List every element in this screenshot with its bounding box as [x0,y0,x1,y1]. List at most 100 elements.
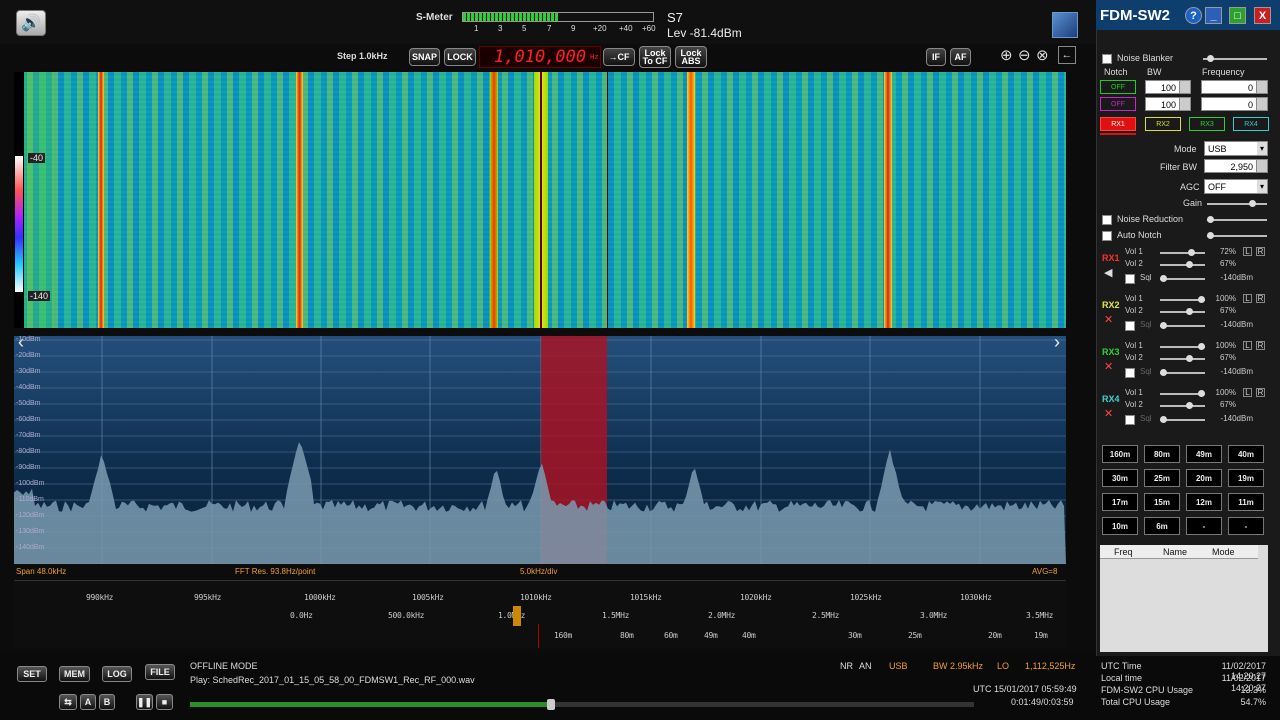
vol2-knob[interactable] [1186,308,1193,315]
noise-blanker-slider[interactable] [1203,55,1267,62]
a-button[interactable]: A [80,694,96,710]
sql-checkbox[interactable] [1125,368,1135,378]
log-button[interactable]: LOG [102,666,132,682]
notch2-toggle[interactable]: OFF [1100,97,1136,111]
b-button[interactable]: B [99,694,115,710]
help-icon[interactable]: ? [1185,7,1202,24]
vol1-knob[interactable] [1188,249,1195,256]
lock-abs-button[interactable]: Lock ABS [675,46,707,68]
band-button[interactable]: 11m [1228,493,1264,511]
band-button[interactable]: 15m [1144,493,1180,511]
step-label[interactable]: Step 1.0kHz [337,51,388,61]
band-button[interactable]: 19m [1228,469,1264,487]
settings-icon[interactable] [1052,12,1078,38]
sql-knob[interactable] [1160,275,1167,282]
scroll-right-icon[interactable]: › [1050,332,1064,354]
auto-notch-checkbox[interactable] [1102,231,1112,241]
right-channel-button[interactable]: R [1256,341,1265,350]
vol2-knob[interactable] [1186,402,1193,409]
playback-progress[interactable] [190,699,974,710]
band-button[interactable]: 25m [1144,469,1180,487]
af-button[interactable]: AF [950,48,971,66]
snap-button[interactable]: SNAP [409,48,440,66]
mute-icon[interactable]: ✕ [1104,407,1113,420]
left-channel-button[interactable]: L [1243,294,1252,303]
frequency-scales[interactable]: 990kHz 995kHz 1000kHz 1005kHz 1010kHz 1015kHz… [14,580,1066,648]
if-button[interactable]: IF [926,48,946,66]
band-button[interactable]: - [1186,517,1222,535]
left-channel-button[interactable]: L [1243,341,1252,350]
sql-knob[interactable] [1160,322,1167,329]
lock-button[interactable]: LOCK [444,48,476,66]
agc-select[interactable]: OFF [1204,179,1268,194]
mem-button[interactable]: MEM [59,666,90,682]
maximize-icon[interactable]: □ [1229,7,1246,24]
sql-slider[interactable] [1160,369,1205,376]
file-button[interactable]: FILE [145,664,175,680]
close-icon[interactable]: X [1254,7,1271,24]
mem-col-freq[interactable]: Freq [1114,547,1133,557]
band-button[interactable]: 10m [1102,517,1138,535]
auto-notch-slider[interactable] [1207,232,1267,239]
noise-reduction-checkbox[interactable] [1102,215,1112,225]
sql-checkbox[interactable] [1125,415,1135,425]
notch1-freq[interactable]: 0 [1201,80,1268,94]
notch2-freq[interactable]: 0 [1201,97,1268,111]
band-button[interactable]: 80m [1144,445,1180,463]
vol2-knob[interactable] [1186,355,1193,362]
band-button[interactable]: 20m [1186,469,1222,487]
mem-col-name[interactable]: Name [1163,547,1187,557]
filter-bw-input[interactable]: 2,950 [1204,159,1268,173]
noise-reduction-slider[interactable] [1207,216,1267,223]
set-button[interactable]: SET [17,666,47,682]
mute-icon[interactable]: ◀ [1104,266,1112,279]
mute-icon[interactable]: ✕ [1104,313,1113,326]
speaker-icon[interactable]: 🔊 [16,10,46,36]
band-button[interactable]: 6m [1144,517,1180,535]
right-channel-button[interactable]: R [1256,247,1265,256]
notch1-bw[interactable]: 100 [1145,80,1191,94]
memory-list[interactable] [1100,545,1268,652]
pause-icon[interactable]: ❚❚ [136,694,153,710]
sql-slider[interactable] [1160,416,1205,423]
notch2-bw[interactable]: 100 [1145,97,1191,111]
left-channel-button[interactable]: L [1243,388,1252,397]
band-button[interactable]: 40m [1228,445,1264,463]
tab-rx4[interactable]: RX4 [1233,117,1269,131]
vol2-knob[interactable] [1186,261,1193,268]
band-button[interactable]: 49m [1186,445,1222,463]
notch1-toggle[interactable]: OFF [1100,80,1136,94]
frequency-display[interactable]: 1,010,000 Hz [479,46,601,68]
loop-icon[interactable]: ⇆ [59,694,77,710]
playback-progress-knob[interactable] [546,699,555,710]
right-channel-button[interactable]: R [1256,294,1265,303]
tab-rx2[interactable]: RX2 [1145,117,1181,131]
band-button[interactable]: 160m [1102,445,1138,463]
sql-knob[interactable] [1160,369,1167,376]
noise-blanker-checkbox[interactable] [1102,54,1112,64]
gain-slider[interactable] [1207,200,1267,207]
minimize-icon[interactable]: _ [1205,7,1222,24]
mute-icon[interactable]: ✕ [1104,360,1113,373]
to-cf-button[interactable]: →CF [603,48,635,66]
band-button[interactable]: - [1228,517,1264,535]
sql-checkbox[interactable] [1125,274,1135,284]
zoom-in-icon[interactable]: ⊕ [1000,46,1013,64]
tab-rx1[interactable]: RX1 [1100,117,1136,131]
tab-rx3[interactable]: RX3 [1189,117,1225,131]
mem-col-mode[interactable]: Mode [1212,547,1235,557]
lo-marker[interactable] [513,606,521,626]
band-button[interactable]: 17m [1102,493,1138,511]
lock-to-cf-button[interactable]: Lock To CF [639,46,671,68]
stop-icon[interactable]: ■ [156,694,173,710]
sql-knob[interactable] [1160,416,1167,423]
mode-select[interactable]: USB [1204,141,1268,156]
right-channel-button[interactable]: R [1256,388,1265,397]
band-button[interactable]: 12m [1186,493,1222,511]
sql-slider[interactable] [1160,322,1205,329]
waterfall[interactable] [14,72,1066,328]
zoom-out-icon[interactable]: ⊖ [1018,46,1031,64]
left-channel-button[interactable]: L [1243,247,1252,256]
back-arrow-icon[interactable]: ← [1058,46,1076,64]
band-button[interactable]: 30m [1102,469,1138,487]
